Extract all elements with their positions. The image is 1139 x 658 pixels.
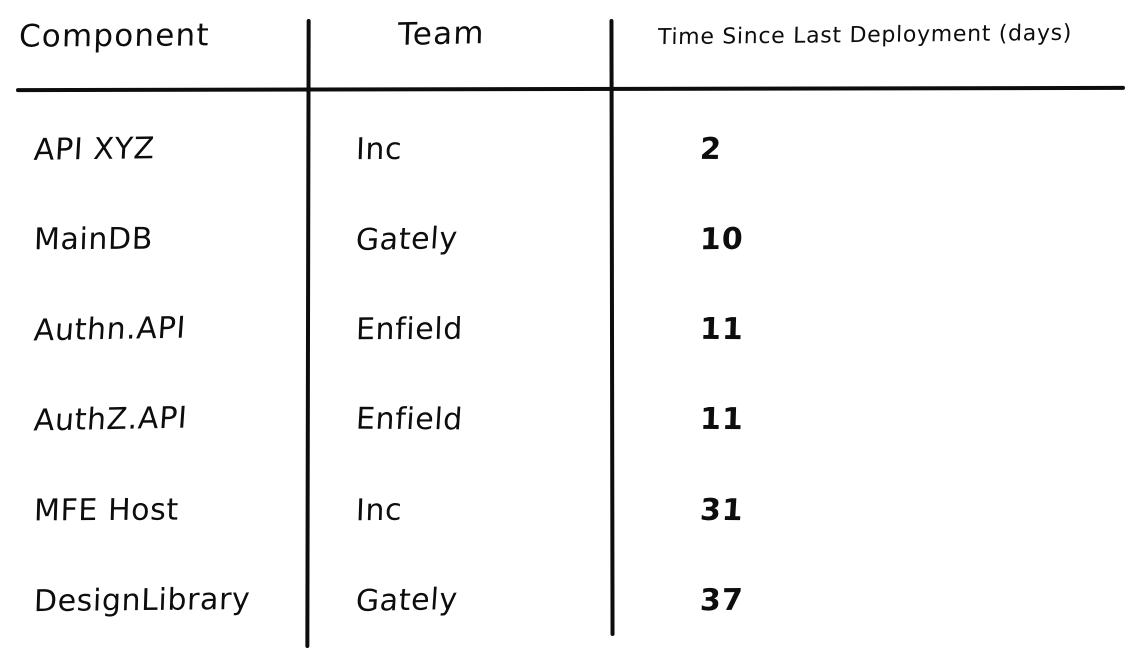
table-row: Gately	[354, 221, 459, 258]
table-row: 31	[698, 492, 745, 529]
table-row: Authn.API	[32, 310, 188, 349]
header-divider-line	[15, 85, 1126, 93]
table-canvas: Component Team Time Since Last Deploymen…	[0, 0, 1139, 658]
table-row: Inc	[355, 131, 403, 168]
table-row: MainDB	[33, 221, 154, 258]
column-header-component: Component	[18, 17, 211, 55]
table-row: 11	[699, 401, 745, 438]
table-row: Gately	[354, 582, 459, 619]
column-header-team: Team	[397, 15, 486, 53]
table-row: API XYZ	[32, 131, 156, 168]
table-row: Enfield	[355, 311, 464, 348]
table-row: 2	[698, 131, 723, 168]
table-row: DesignLibrary	[33, 581, 251, 620]
table-row: AuthZ.API	[32, 400, 189, 439]
table-row: 10	[699, 221, 745, 258]
table-row: Enfield	[354, 401, 464, 438]
column-header-time-since-last-deployment: Time Since Last Deployment (days)	[657, 20, 1073, 51]
table-row: 37	[699, 582, 745, 619]
column-divider-2	[609, 18, 615, 637]
column-divider-1	[305, 18, 311, 649]
table-row: MFE Host	[33, 492, 180, 529]
table-row: Inc	[355, 492, 403, 529]
table-row: 11	[699, 311, 745, 348]
